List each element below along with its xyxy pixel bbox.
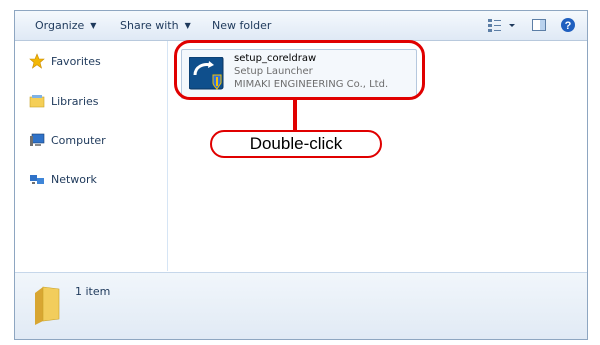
svg-text:?: ? [565, 20, 572, 32]
nav-item-label: Libraries [51, 94, 99, 108]
nav-item-network[interactable]: Network [29, 171, 97, 187]
network-icon [30, 175, 44, 184]
nav-item-computer[interactable]: Computer [29, 132, 106, 148]
organize-button[interactable]: Organize ▼ [35, 19, 96, 32]
new-folder-button[interactable]: New folder [212, 19, 271, 32]
nav-item-label: Network [51, 172, 97, 186]
nav-item-label: Favorites [51, 54, 101, 68]
view-options-icon [488, 19, 515, 32]
toolbar: Organize ▼ Share with ▼ New folder ? [15, 11, 587, 41]
libraries-icon [29, 95, 45, 108]
new-folder-label: New folder [212, 19, 272, 32]
organize-label: Organize [35, 19, 85, 32]
highlight-ring [174, 40, 425, 100]
share-with-label: Share with [120, 19, 179, 32]
share-with-button[interactable]: Share with ▼ [120, 19, 191, 32]
nav-item-label: Computer [51, 133, 106, 147]
preview-pane-button[interactable] [531, 17, 547, 37]
navigation-pane: Favorites Libraries Computer Network [15, 41, 168, 271]
dropdown-arrow-icon: ▼ [90, 21, 97, 30]
folder-icon [35, 286, 60, 325]
computer-icon [30, 133, 45, 146]
nav-item-favorites[interactable]: Favorites [29, 53, 101, 69]
help-icon: ? [561, 18, 575, 32]
details-pane: 1 item [15, 272, 587, 339]
help-button[interactable]: ? [560, 17, 576, 37]
star-icon [29, 53, 45, 69]
view-options-button[interactable] [487, 17, 517, 37]
callout-connector [293, 98, 297, 130]
preview-pane-icon [532, 19, 546, 31]
dropdown-arrow-icon: ▼ [184, 21, 191, 30]
callout-label: Double-click [210, 130, 382, 158]
item-count: 1 item [75, 285, 111, 298]
nav-item-libraries[interactable]: Libraries [29, 93, 99, 109]
